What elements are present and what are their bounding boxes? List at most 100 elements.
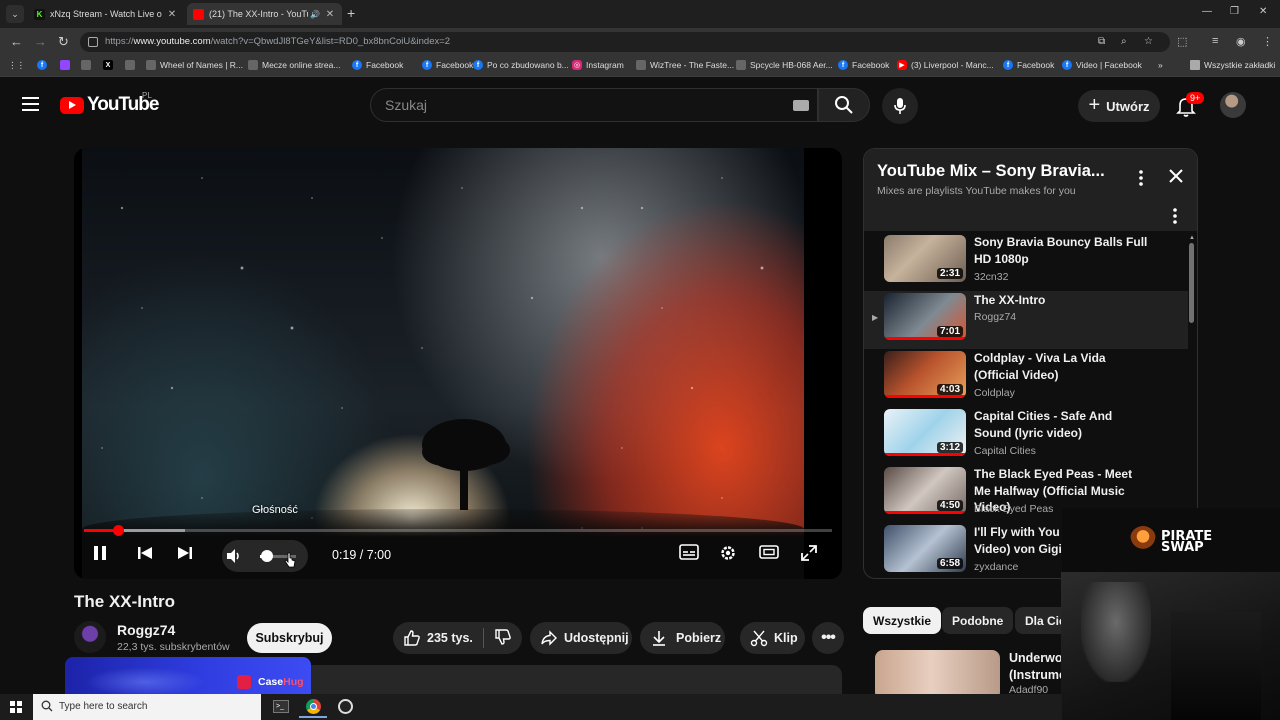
bookmark-star-icon[interactable]: ☆: [1144, 36, 1153, 47]
like-button[interactable]: 235 tys.: [393, 629, 473, 647]
media-control-icon[interactable]: ≡: [1212, 35, 1218, 47]
next-button[interactable]: [176, 544, 194, 562]
keyboard-icon[interactable]: [793, 100, 809, 111]
playlist-thumbnail[interactable]: 3:12: [884, 409, 966, 456]
playlist-item[interactable]: ▶ 7:01 The XX-Intro Roggz74: [864, 291, 1188, 349]
close-tab-icon[interactable]: ✕: [324, 9, 336, 20]
channel-avatar[interactable]: [74, 621, 106, 653]
extensions-icon[interactable]: ⬚: [1177, 35, 1187, 48]
playlist-options-icon[interactable]: [1172, 207, 1178, 225]
obs-app-icon[interactable]: [331, 696, 359, 718]
pause-button[interactable]: [92, 544, 108, 562]
playlist-thumbnail[interactable]: 6:58: [884, 525, 966, 572]
close-tab-icon[interactable]: ✕: [166, 9, 178, 20]
playlist-item-title[interactable]: Capital Cities - Safe And Sound (lyric v…: [974, 408, 1152, 441]
bookmark-item[interactable]: ◎ Instagram: [572, 60, 624, 70]
dislike-button[interactable]: [494, 628, 512, 649]
close-icon[interactable]: [1167, 167, 1185, 185]
video-player[interactable]: Głośność 0:19 / 7:00 HD: [74, 148, 842, 579]
search-button[interactable]: [818, 88, 870, 122]
playlist-item-title[interactable]: The XX-Intro: [974, 292, 1152, 309]
bookmark-item[interactable]: f Facebook: [1003, 60, 1054, 70]
bookmark-item[interactable]: WizTree - The Faste...: [636, 60, 734, 70]
terminal-app-icon[interactable]: >_: [267, 696, 295, 718]
zoom-icon[interactable]: ⌕: [1121, 36, 1127, 47]
volume-handle[interactable]: [261, 550, 274, 562]
speaker-icon[interactable]: 🔊: [310, 10, 320, 19]
windows-start-icon[interactable]: [10, 701, 22, 713]
more-actions-button[interactable]: •••: [812, 622, 844, 654]
menu-icon[interactable]: [22, 97, 39, 111]
subtitles-button[interactable]: [679, 544, 699, 560]
subscribe-button[interactable]: Subskrybuj: [247, 623, 332, 653]
site-info-icon[interactable]: [88, 37, 98, 47]
volume-icon[interactable]: [225, 547, 243, 565]
playlist-thumbnail[interactable]: 2:31: [884, 235, 966, 282]
tab-search-button[interactable]: ⌄: [6, 5, 24, 23]
bookmark-item[interactable]: [60, 60, 74, 70]
profile-icon[interactable]: ◉: [1236, 35, 1246, 48]
playlist-thumbnail[interactable]: 7:01: [884, 293, 966, 340]
bookmark-item[interactable]: f: [37, 60, 51, 70]
tab-kick-stream[interactable]: K xNzq Stream - Watch Live on K ✕: [28, 3, 184, 25]
back-icon[interactable]: ←: [10, 34, 23, 49]
bookmark-item[interactable]: [81, 60, 95, 70]
close-window-icon[interactable]: ✕: [1259, 6, 1267, 17]
playlist-item-title[interactable]: Sony Bravia Bouncy Balls Full HD 1080p: [974, 234, 1152, 267]
chrome-app-icon[interactable]: [299, 696, 327, 718]
bookmark-item[interactable]: ▶ (3) Liverpool - Manc...: [897, 60, 994, 70]
minimize-icon[interactable]: —: [1202, 6, 1212, 17]
chip-related[interactable]: Podobne: [942, 607, 1014, 634]
chip-all[interactable]: Wszystkie: [863, 607, 942, 634]
previous-button[interactable]: [136, 544, 154, 562]
bookmark-item[interactable]: f Facebook: [422, 60, 473, 70]
playlist-scrollbar[interactable]: [1189, 243, 1194, 323]
more-vertical-icon[interactable]: [1138, 169, 1144, 187]
bookmark-item[interactable]: f Facebook: [838, 60, 889, 70]
bookmark-item[interactable]: Mecze online strea...: [248, 60, 340, 70]
omnibox[interactable]: https://www.youtube.com/watch?v=QbwdJl8T…: [80, 32, 1170, 52]
playlist-item[interactable]: 3:12 Capital Cities - Safe And Sound (lyr…: [864, 407, 1188, 465]
tab-youtube-active[interactable]: (21) The XX-Intro - YouTube 🔊 ✕: [187, 3, 342, 25]
playlist-title[interactable]: YouTube Mix – Sony Bravia...: [877, 162, 1105, 181]
install-app-icon[interactable]: ⧉: [1098, 36, 1105, 47]
playlist-item[interactable]: 2:31 Sony Bravia Bouncy Balls Full HD 108…: [864, 233, 1188, 291]
url-text[interactable]: https://www.youtube.com/watch?v=QbwdJl8T…: [105, 36, 450, 47]
restore-icon[interactable]: ❐: [1230, 6, 1239, 17]
related-video-thumbnail[interactable]: [875, 650, 1000, 700]
new-tab-button[interactable]: +: [347, 5, 355, 21]
youtube-logo[interactable]: YouTube PL: [60, 91, 159, 116]
bookmark-item[interactable]: f Video | Facebook: [1062, 60, 1142, 70]
scroll-up-icon[interactable]: ▲: [1189, 235, 1195, 241]
create-button[interactable]: + Utwórz: [1078, 90, 1160, 122]
taskbar-search-input[interactable]: Type here to search: [33, 694, 261, 720]
playlist-thumbnail[interactable]: 4:03: [884, 351, 966, 398]
playlist-item-title[interactable]: Coldplay - Viva La Vida (Official Video): [974, 350, 1152, 383]
browser-menu-icon[interactable]: ⋮: [1262, 35, 1273, 48]
forward-icon[interactable]: →: [34, 34, 47, 49]
apps-grid-icon[interactable]: ⋮⋮: [8, 60, 25, 71]
playlist-thumbnail[interactable]: 4:50: [884, 467, 966, 514]
share-button[interactable]: Udostępnij: [530, 622, 632, 654]
progress-bar[interactable]: [84, 525, 832, 536]
account-avatar[interactable]: [1220, 92, 1246, 118]
playlist-item[interactable]: 4:03 Coldplay - Viva La Vida (Official Vi…: [864, 349, 1188, 407]
more-bookmarks-icon[interactable]: »: [1158, 60, 1163, 70]
settings-button[interactable]: HD: [719, 544, 737, 562]
voice-search-button[interactable]: [882, 88, 918, 124]
bookmark-item[interactable]: Spcycle HB-068 Aer...: [736, 60, 833, 70]
bookmark-item[interactable]: [125, 60, 139, 70]
theater-mode-button[interactable]: [759, 544, 779, 560]
reload-icon[interactable]: ↻: [58, 34, 69, 50]
all-bookmarks-folder[interactable]: Wszystkie zakładki: [1190, 60, 1275, 70]
channel-name[interactable]: Roggz74: [117, 622, 175, 638]
clip-button[interactable]: Klip: [740, 622, 805, 654]
bookmark-item[interactable]: f Po co zbudowano b...: [473, 60, 569, 70]
download-button[interactable]: Pobierz: [640, 622, 725, 654]
bookmark-item[interactable]: Wheel of Names | R...: [146, 60, 243, 70]
fullscreen-button[interactable]: [800, 544, 818, 562]
bookmark-item[interactable]: X: [103, 60, 117, 70]
search-input[interactable]: Szukaj: [370, 88, 818, 122]
video-frame[interactable]: [82, 148, 804, 579]
bookmark-item[interactable]: f Facebook: [352, 60, 403, 70]
